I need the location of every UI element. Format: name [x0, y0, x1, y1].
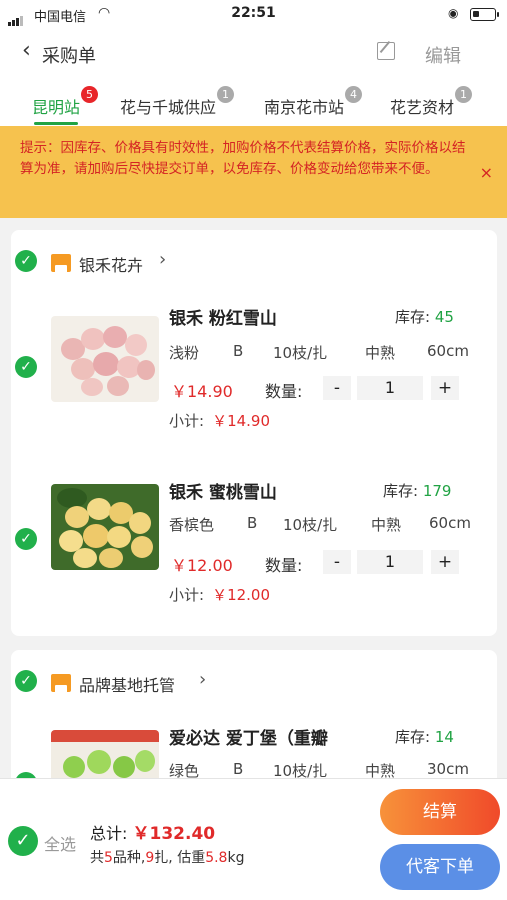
product-name[interactable]: 爱必达 爱丁堡（重瓣 [169, 724, 328, 749]
checkout-bar: ✓ 全选 总计: ￥132.40 共5品种,9扎, 估重5.8kg 结算 代客下… [0, 778, 507, 900]
shop-icon [51, 674, 71, 692]
tab-huayuqiancheng[interactable]: 花与千城供应 1 [120, 86, 235, 118]
chevron-right-icon[interactable]: › [199, 669, 206, 690]
shop-icon [51, 254, 71, 272]
tab-label: 花与千城供应 [120, 98, 217, 117]
tab-label: 南京花市站 [264, 98, 345, 117]
product-name[interactable]: 银禾 粉红雪山 [169, 304, 277, 329]
quantity-input[interactable]: 1 [357, 550, 423, 574]
product-price: ￥12.00 [171, 556, 233, 575]
shop-checkbox[interactable]: ✓ [15, 670, 37, 692]
active-tab-indicator [34, 122, 78, 125]
tab-label: 花艺资材 [390, 98, 455, 117]
stock-info: 库存: 14 [395, 728, 454, 746]
subtotal: 小计: ￥14.90 [169, 412, 271, 430]
quantity-label: 数量: [265, 382, 303, 401]
product-checkbox[interactable]: ✓ [15, 356, 37, 378]
product-attributes: 香槟色 B 10枝/扎 中熟 60cm [169, 514, 471, 534]
product-image[interactable] [51, 316, 159, 402]
product-attributes: 浅粉 B 10枝/扎 中熟 60cm [169, 342, 469, 362]
tab-nanjing[interactable]: 南京花市站 4 [264, 86, 363, 118]
product-checkbox[interactable]: ✓ [15, 528, 37, 550]
orientation-lock-icon: ◉ [448, 6, 459, 20]
nav-bar: ‹ 采购单 编辑 [0, 30, 507, 78]
tab-kunming[interactable]: 昆明站 5 [32, 86, 99, 118]
shop-name[interactable]: 品牌基地托管 [79, 672, 175, 696]
product-name[interactable]: 银禾 蜜桃雪山 [169, 478, 277, 503]
quantity-minus-button[interactable]: - [323, 376, 351, 400]
product-attributes: 绿色 B 10枝/扎 中熟 30cm [169, 760, 469, 780]
shop-checkbox[interactable]: ✓ [15, 250, 37, 272]
chevron-right-icon[interactable]: › [159, 249, 166, 270]
quantity-plus-button[interactable]: + [431, 550, 459, 574]
stock-info: 库存: 179 [383, 482, 452, 500]
subtotal: 小计: ￥12.00 [169, 586, 271, 604]
status-bar: 中国电信 ◠ 22:51 ◉ [0, 0, 507, 30]
select-all-label[interactable]: 全选 [44, 831, 76, 855]
product-price: ￥14.90 [171, 382, 233, 401]
shop-name[interactable]: 银禾花卉 [79, 252, 143, 276]
quantity-label: 数量: [265, 556, 303, 575]
station-tabs: 昆明站 5 花与千城供应 1 南京花市站 4 花艺资材 1 [0, 78, 507, 126]
close-icon[interactable]: × [480, 162, 493, 183]
product-image[interactable] [51, 484, 159, 570]
battery-icon [470, 8, 499, 21]
shop-card: ✓ 银禾花卉 › ✓ 银禾 粉红雪山 库存: 45 浅粉 B 10枝/扎 中熟 … [11, 230, 497, 636]
stock-info: 库存: 45 [395, 308, 454, 326]
tab-badge: 5 [81, 86, 99, 103]
tab-label: 昆明站 [32, 98, 81, 117]
tab-badge: 4 [345, 86, 363, 103]
edit-icon[interactable] [377, 42, 395, 60]
select-all-checkbox[interactable]: ✓ [8, 826, 38, 856]
proxy-order-button[interactable]: 代客下单 [380, 844, 500, 890]
order-total: 总计: ￥132.40 [90, 824, 216, 844]
quantity-input[interactable]: 1 [357, 376, 423, 400]
page-title[interactable]: 采购单 [42, 42, 96, 68]
tab-huayi-zicai[interactable]: 花艺资材 1 [390, 86, 473, 118]
notice-banner: 提示：因库存、价格具有时效性，加购价格不代表结算价格，实际价格以结算为准，请加购… [0, 126, 507, 218]
quantity-plus-button[interactable]: + [431, 376, 459, 400]
back-chevron-icon[interactable]: ‹ [22, 38, 31, 63]
status-time: 22:51 [231, 5, 276, 21]
settle-button[interactable]: 结算 [380, 789, 500, 835]
quantity-minus-button[interactable]: - [323, 550, 351, 574]
tab-badge: 1 [455, 86, 473, 103]
order-summary: 共5品种,9扎, 估重5.8kg [90, 850, 245, 866]
tab-badge: 1 [217, 86, 235, 103]
edit-button[interactable]: 编辑 [425, 42, 461, 68]
notice-text: 提示：因库存、价格具有时效性，加购价格不代表结算价格，实际价格以结算为准，请加购… [20, 140, 466, 177]
